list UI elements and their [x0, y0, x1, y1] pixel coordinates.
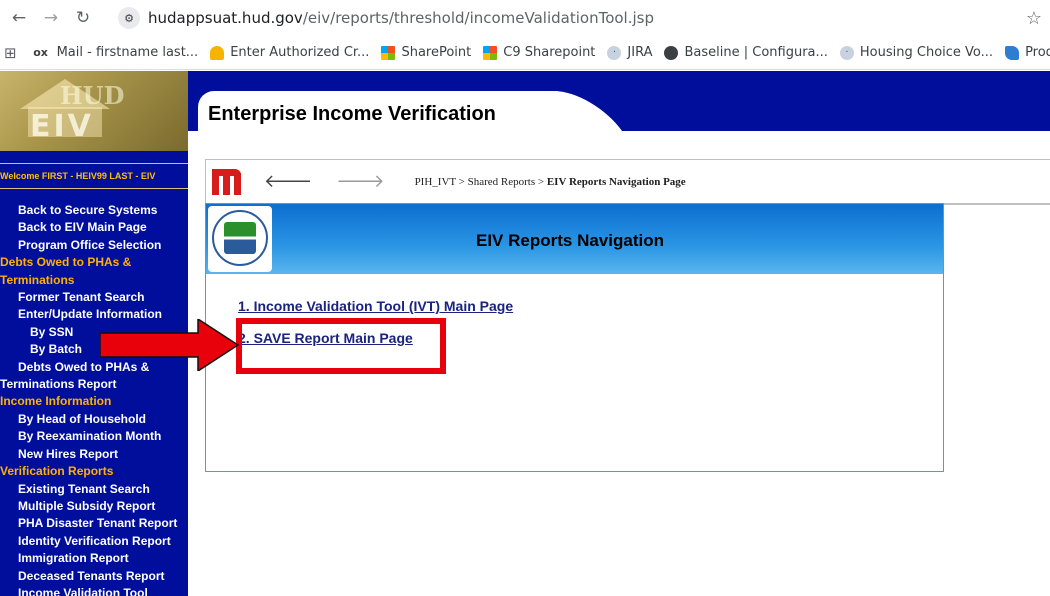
- bookmark-label: Mail - firstname last...: [56, 45, 199, 60]
- panel-title: EIV Reports Navigation: [476, 231, 664, 250]
- page: Enterprise Income Verification HUD EIV W…: [0, 71, 1050, 596]
- sidebar-section-debts-cont: Terminations: [0, 272, 75, 287]
- outlook-icon: ox: [33, 45, 48, 59]
- sidebar-item-former-tenant[interactable]: Former Tenant Search: [0, 289, 188, 306]
- bookmark-c9-sharepoint[interactable]: C9 Sharepoint: [483, 45, 595, 60]
- bookmark-label: Baseline | Configura...: [684, 45, 828, 60]
- ivt-main-page-link[interactable]: 1. Income Validation Tool (IVT) Main Pag…: [238, 298, 513, 314]
- logo-hud-text: HUD: [60, 81, 125, 110]
- sidebar-item-back-secure-systems[interactable]: Back to Secure Systems: [0, 202, 188, 219]
- sidebar-menu: Back to Secure Systems Back to EIV Main …: [0, 202, 188, 596]
- bookmark-baseline[interactable]: Baseline | Configura...: [664, 45, 828, 60]
- sidebar-item-immigration[interactable]: Immigration Report: [0, 550, 188, 567]
- bookmark-label: Enter Authorized Cr...: [230, 45, 370, 60]
- breadcrumb-bar: 🡐 🡒 PIH_IVT > Shared Reports > EIV Repor…: [205, 159, 1050, 203]
- breadcrumb: PIH_IVT > Shared Reports > EIV Reports N…: [415, 176, 686, 188]
- reload-icon[interactable]: ↻: [70, 8, 96, 28]
- bookmark-authorized[interactable]: Enter Authorized Cr...: [210, 45, 369, 60]
- sidebar-section-verification: Verification Reports: [0, 464, 114, 479]
- sidebar-item-existing-tenant[interactable]: Existing Tenant Search: [0, 481, 188, 498]
- sidebar-item-new-hires[interactable]: New Hires Report: [0, 446, 188, 463]
- annotation-arrow-icon: [100, 319, 240, 371]
- bookmark-jira[interactable]: · JIRA: [607, 45, 652, 60]
- sharepoint-icon: [381, 45, 396, 60]
- bookmark-label: SharePoint: [401, 45, 472, 60]
- browser-toolbar: ← → ↻ ⚙ hudappsuat.hud.gov/eiv/reports/t…: [0, 0, 1050, 36]
- sidebar-item-identity-verification[interactable]: Identity Verification Report: [0, 533, 188, 550]
- site-settings-icon[interactable]: ⚙: [118, 7, 140, 29]
- sharepoint-icon: [483, 45, 498, 60]
- bookmark-mail[interactable]: ox Mail - firstname last...: [31, 45, 199, 60]
- globe-icon: [664, 45, 679, 60]
- bookmark-star-icon[interactable]: ☆: [1026, 8, 1042, 29]
- welcome-text: Welcome FIRST - HEIV99 LAST - EIV: [0, 163, 188, 189]
- apps-grid-icon[interactable]: ⊞: [4, 44, 17, 62]
- url-path: /eiv/reports/threshold/incomeValidationT…: [302, 9, 654, 27]
- forward-arrow-icon[interactable]: →: [38, 8, 64, 28]
- sidebar-item-back-eiv-main[interactable]: Back to EIV Main Page: [0, 219, 188, 236]
- sidebar-item-pha-disaster[interactable]: PHA Disaster Tenant Report: [0, 515, 188, 532]
- bookmark-label: Housing Choice Vo...: [859, 45, 994, 60]
- key-icon: [210, 45, 225, 60]
- address-bar[interactable]: ⚙ hudappsuat.hud.gov/eiv/reports/thresho…: [118, 4, 1050, 32]
- annotation-highlight-box: [236, 318, 446, 374]
- forward-arrow-icon[interactable]: 🡒: [336, 171, 384, 192]
- sidebar-item-multiple-subsidy[interactable]: Multiple Subsidy Report: [0, 498, 188, 515]
- sidebar-item-debts-report-cont[interactable]: Terminations Report: [0, 376, 188, 393]
- bookmark-product[interactable]: Product Componen...: [1005, 45, 1050, 60]
- breadcrumb-path[interactable]: PIH_IVT > Shared Reports >: [415, 176, 547, 188]
- eiv-logo[interactable]: HUD EIV: [0, 71, 188, 151]
- sidebar-item-head-household[interactable]: By Head of Household: [0, 411, 188, 428]
- bookmark-label: C9 Sharepoint: [503, 45, 596, 60]
- sidebar-item-income-validation[interactable]: Income Validation Tool: [0, 585, 188, 596]
- bookmark-sharepoint[interactable]: SharePoint: [381, 45, 471, 60]
- logo-eiv-text: EIV: [30, 109, 94, 144]
- breadcrumb-current: EIV Reports Navigation Page: [546, 175, 686, 188]
- hud-seal-icon: ·: [607, 45, 622, 60]
- sidebar-section-income: Income Information: [0, 394, 112, 409]
- back-arrow-icon[interactable]: 🡐: [264, 171, 312, 192]
- product-icon: [1005, 45, 1020, 60]
- seal-emblem: [224, 222, 256, 254]
- sidebar-item-deceased-tenants[interactable]: Deceased Tenants Report: [0, 568, 188, 585]
- hud-seal-icon: [208, 206, 272, 272]
- sidebar-section-debts: Debts Owed to PHAs &: [0, 255, 132, 270]
- sidebar-item-program-office[interactable]: Program Office Selection: [0, 237, 188, 254]
- m-logo-icon[interactable]: [212, 168, 242, 195]
- sidebar-item-reexam-month[interactable]: By Reexamination Month: [0, 428, 188, 445]
- url-host: hudappsuat.hud.gov: [148, 9, 303, 27]
- divider: [944, 203, 1050, 205]
- bookmark-housing[interactable]: · Housing Choice Vo...: [839, 45, 994, 60]
- bookmarks-bar: ⊞ ox Mail - firstname last... Enter Autho…: [0, 36, 1050, 70]
- page-title: Enterprise Income Verification: [208, 103, 496, 125]
- hud-seal-icon: ·: [839, 45, 854, 60]
- bookmark-label: JIRA: [627, 45, 653, 60]
- panel-header: EIV Reports Navigation: [206, 204, 943, 274]
- back-arrow-icon[interactable]: ←: [6, 8, 32, 28]
- bookmark-label: Product Componen...: [1025, 45, 1050, 60]
